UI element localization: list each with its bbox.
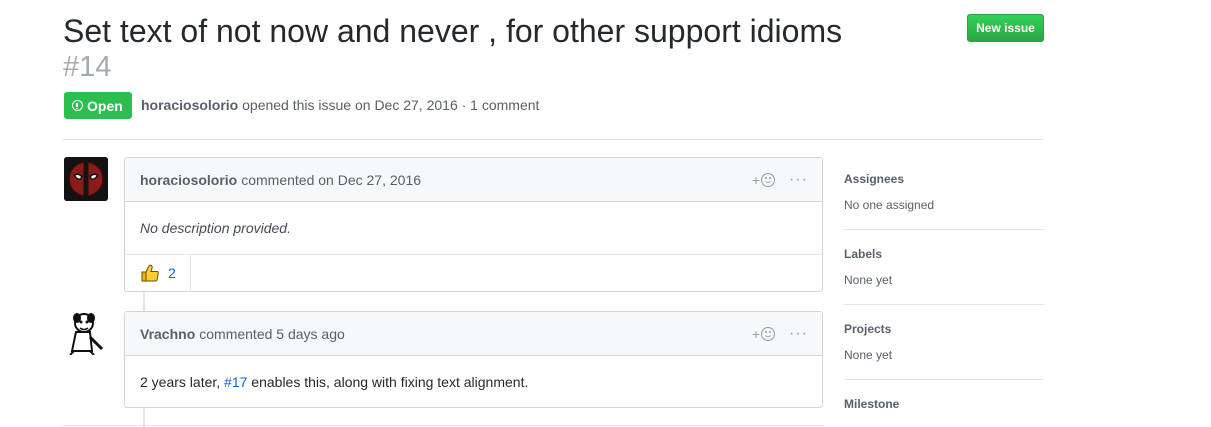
milestone-heading[interactable]: Milestone [844,397,1044,411]
sidebar-divider [844,304,1044,305]
labels-value: None yet [844,273,893,287]
sidebar-milestone: Milestone [844,397,1044,411]
more-options-button[interactable]: ··· [789,326,808,342]
comment-author-link[interactable]: horaciosolorio [140,172,237,188]
issue-opened-icon [72,100,83,111]
comment-author-link[interactable]: Vrachno [140,326,195,342]
labels-heading[interactable]: Labels [844,247,1044,261]
status-badge: Open [64,92,132,119]
plus-label: + [751,172,761,188]
smiley-icon [761,327,776,341]
timeline-connector [143,407,145,427]
projects-value: None yet [844,348,893,362]
comment-header: horaciosolorio commented on Dec 27, 2016… [125,158,822,202]
sidebar-labels: Labels None yet [844,247,1044,287]
sidebar-divider [844,229,1044,230]
header-divider [63,139,1044,140]
issue-title: Set text of not now and never , for othe… [63,13,843,49]
status-label: Open [87,97,123,114]
add-reaction-button[interactable]: + [751,172,776,188]
comment-header: Vrachno commented 5 days ago + ··· [125,312,822,356]
issue-number: #14 [63,51,112,83]
deadpool-avatar-icon [64,157,108,201]
avatar[interactable] [64,311,108,355]
reactions-bar: 2 [125,254,822,292]
projects-heading[interactable]: Projects [844,322,1044,336]
comment-text-before: 2 years later, [140,374,225,390]
thumbs-up-reaction[interactable]: 2 [125,254,191,292]
cartoon-avatar-icon [64,311,108,355]
avatar[interactable] [64,157,108,201]
comment-body-text: No description provided. [140,220,291,236]
issue-opened-text: opened this issue on Dec 27, 2016 · 1 co… [242,97,540,113]
comment-text-after: enables this, along with fixing text ali… [247,374,529,390]
sidebar-assignees: Assignees No one assigned [844,172,1044,212]
new-issue-button[interactable]: New issue [967,14,1044,42]
comment-card: Vrachno commented 5 days ago + ··· 2 yea… [124,311,823,408]
comment-body-text: 2 years later, #17 enables this, along w… [140,374,528,390]
comment-timestamp[interactable]: commented 5 days ago [199,326,345,342]
assignees-heading[interactable]: Assignees [844,172,1044,186]
assignees-value: No one assigned [844,198,935,212]
issue-author-link[interactable]: horaciosolorio [141,97,238,113]
issue-meta: horaciosolorio opened this issue on Dec … [141,97,539,113]
smiley-icon [761,173,776,187]
comment-card: horaciosolorio commented on Dec 27, 2016… [124,157,823,292]
thumbs-up-icon [141,264,159,282]
reaction-count: 2 [168,265,176,281]
more-options-button[interactable]: ··· [789,172,808,188]
timeline-divider [63,425,824,426]
issue-link[interactable]: #17 [224,374,247,390]
timeline-connector [143,291,145,312]
sidebar-projects: Projects None yet [844,322,1044,362]
comment-timestamp[interactable]: commented on Dec 27, 2016 [241,172,421,188]
sidebar-divider [844,379,1044,380]
add-reaction-button[interactable]: + [751,326,776,342]
plus-label: + [751,326,761,342]
